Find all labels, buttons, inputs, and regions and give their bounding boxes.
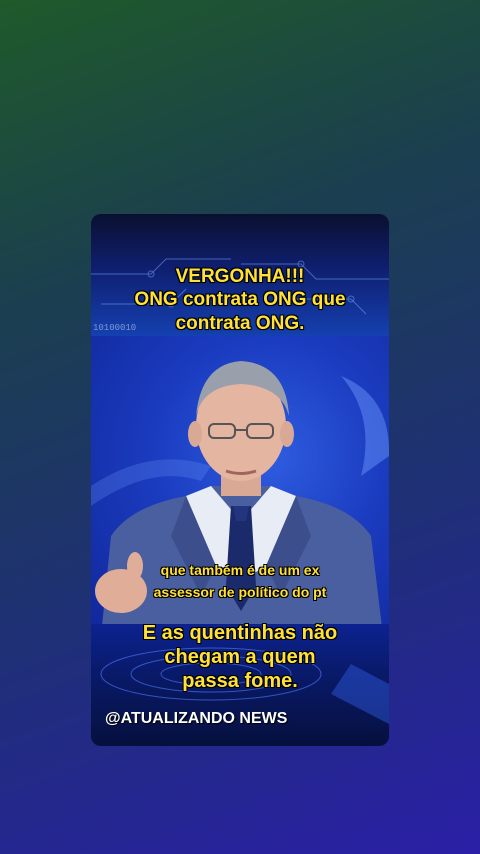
headline-title: VERGONHA!!! [175,266,305,287]
caption-line-3: passa fome. [182,670,298,692]
caption-line-2: chegam a quem [164,646,316,668]
video-card[interactable]: 10100010 VERGONHA!!! ONG contrata ONG qu… [91,214,389,746]
subtitle-line-1: que também é de um ex [160,562,320,578]
headline-line-1: ONG contrata ONG que [134,289,346,310]
caption-line-1: E as quentinhas não [142,622,338,644]
subtitle-line-2: assessor de político do pt [153,584,327,600]
channel-watermark: @ATUALIZANDO NEWS [105,710,288,727]
headline-line-2: contrata ONG. [175,313,305,334]
